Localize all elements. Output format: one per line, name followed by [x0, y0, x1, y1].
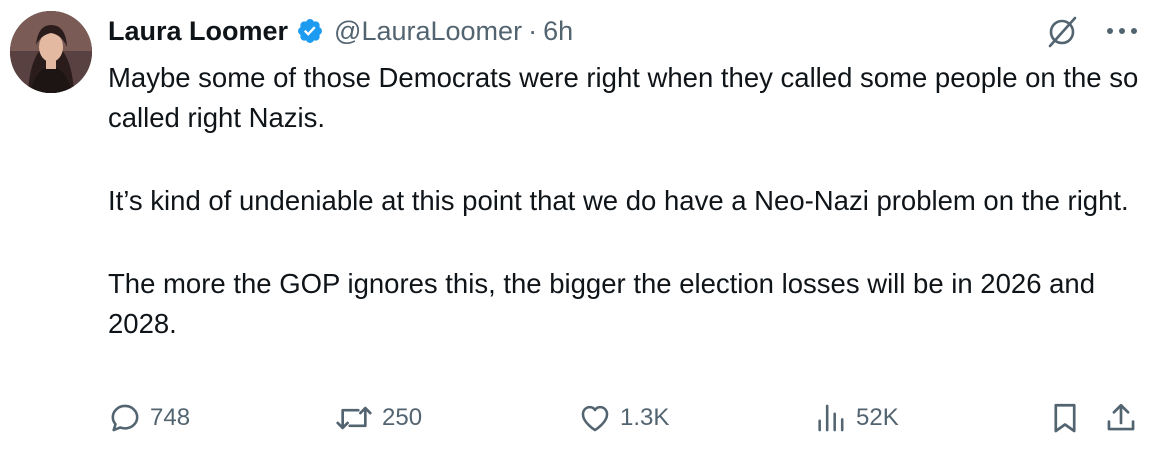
- timestamp[interactable]: 6h: [543, 16, 573, 47]
- repost-count: 250: [382, 404, 423, 431]
- tweet-paragraph: The more the GOP ignores this, the bigge…: [108, 268, 1096, 339]
- reply-count: 748: [150, 404, 191, 431]
- separator-dot: ·: [528, 15, 538, 46]
- author-name[interactable]: Laura Loomer: [108, 16, 288, 47]
- views-button[interactable]: 52K: [814, 396, 899, 440]
- repost-button[interactable]: 250: [334, 396, 422, 440]
- action-bar: 748 250 1.3K 52K: [108, 396, 1148, 440]
- views-count: 52K: [856, 404, 899, 431]
- tweet-text: Maybe some of those Democrats were right…: [108, 58, 1148, 344]
- tweet-header: Laura Loomer @LauraLoomer · 6h: [108, 12, 573, 50]
- verified-badge-icon: [296, 17, 324, 45]
- reply-icon: [111, 404, 139, 432]
- avatar-image: [10, 11, 92, 93]
- bookmark-icon: [1054, 403, 1076, 433]
- grok-icon[interactable]: [1042, 12, 1082, 52]
- like-button[interactable]: 1.3K: [578, 396, 669, 440]
- share-button[interactable]: [1104, 396, 1138, 440]
- bookmark-button[interactable]: [1048, 396, 1082, 440]
- more-icon[interactable]: [1104, 18, 1140, 44]
- like-icon: [581, 405, 609, 432]
- like-count: 1.3K: [620, 404, 670, 431]
- views-icon: [818, 404, 844, 432]
- avatar[interactable]: [10, 11, 92, 93]
- author-handle[interactable]: @LauraLoomer: [334, 16, 522, 47]
- tweet-paragraph: Maybe some of those Democrats were right…: [108, 62, 1139, 133]
- share-icon: [1107, 403, 1135, 431]
- tweet-paragraph: It’s kind of undeniable at this point th…: [108, 185, 1129, 216]
- repost-icon: [336, 406, 372, 430]
- reply-button[interactable]: 748: [108, 396, 190, 440]
